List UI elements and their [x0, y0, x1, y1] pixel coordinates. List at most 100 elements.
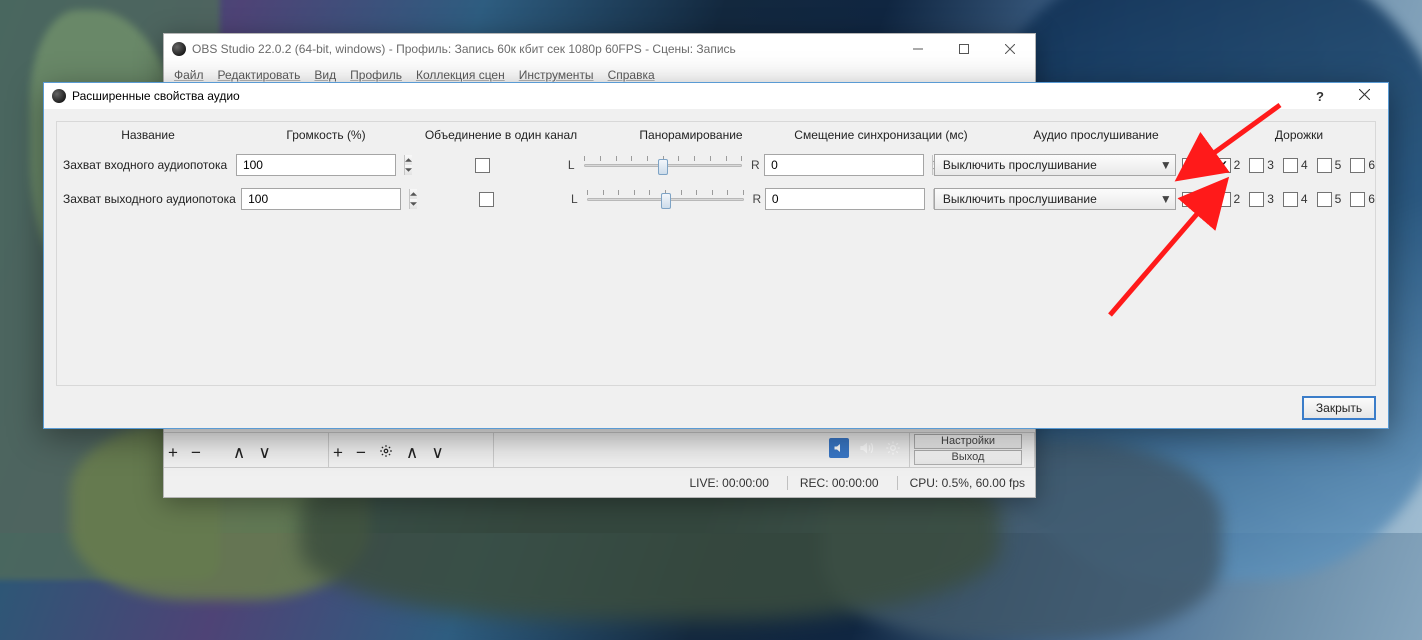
tracks-group: 1 2 3 4 5 6: [1182, 158, 1375, 173]
obs-bottom-panels: + − ∧ ∨ + − ∧ ∨: [164, 432, 1035, 497]
maximize-button[interactable]: [941, 34, 987, 64]
close-button[interactable]: [987, 34, 1033, 64]
pan-slider[interactable]: [585, 188, 746, 210]
monitor-value: Выключить прослушивание: [935, 158, 1157, 172]
dialog-titlebar: Расширенные свойства аудио ?: [44, 83, 1388, 109]
mixer-mute-icon[interactable]: [829, 438, 849, 458]
advanced-audio-dialog: Расширенные свойства аудио ? Название Гр…: [43, 82, 1389, 429]
track-label: 6: [1368, 158, 1375, 172]
status-cpu: CPU: 0.5%, 60.00 fps: [897, 476, 1025, 490]
menu-profile[interactable]: Профиль: [350, 68, 402, 82]
track-6-checkbox[interactable]: [1350, 192, 1365, 207]
track-4-checkbox[interactable]: [1283, 158, 1298, 173]
track-5-checkbox[interactable]: [1317, 158, 1332, 173]
header-pan: Панорамирование: [589, 128, 793, 142]
volume-spinbox[interactable]: [241, 188, 401, 210]
scene-add-icon[interactable]: +: [168, 443, 178, 463]
obs-titlebar: OBS Studio 22.0.2 (64-bit, windows) - Пр…: [164, 34, 1035, 64]
mixer-panel: [494, 433, 910, 467]
track-label: 4: [1301, 158, 1308, 172]
status-live: LIVE: 00:00:00: [677, 476, 768, 490]
track-2-checkbox[interactable]: [1216, 192, 1231, 207]
status-rec: REC: 00:00:00: [787, 476, 879, 490]
source-settings-icon[interactable]: [379, 443, 393, 463]
scenes-panel-toolbar: + − ∧ ∨: [164, 433, 329, 467]
tracks-group: 1 2 3 4 5 6: [1182, 192, 1375, 207]
track-label: 3: [1267, 158, 1274, 172]
source-remove-icon[interactable]: −: [356, 443, 366, 463]
menu-edit[interactable]: Редактировать: [218, 68, 301, 82]
settings-button[interactable]: Настройки: [914, 434, 1022, 449]
dialog-help-button[interactable]: ?: [1298, 89, 1342, 104]
chevron-down-icon: ▼: [1157, 192, 1175, 206]
header-sync: Смещение синхронизации (мс): [793, 128, 969, 142]
dialog-close-icon[interactable]: [1342, 89, 1386, 103]
source-add-icon[interactable]: +: [333, 443, 343, 463]
pan-label-l: L: [566, 158, 576, 172]
track-label: 1: [1200, 192, 1207, 206]
track-4-checkbox[interactable]: [1283, 192, 1298, 207]
minimize-button[interactable]: [895, 34, 941, 64]
table-header: Название Громкость (%) Объединение в оди…: [57, 122, 1375, 148]
dialog-title: Расширенные свойства аудио: [72, 89, 1298, 103]
source-down-icon[interactable]: ∨: [431, 443, 443, 463]
pan-label-r: R: [750, 158, 760, 172]
source-name: Захват входного аудиопотока: [57, 158, 233, 172]
track-1-checkbox[interactable]: [1182, 192, 1197, 207]
track-label: 2: [1234, 158, 1241, 172]
obs-logo-icon: [172, 42, 186, 56]
dialog-body: Название Громкость (%) Объединение в оди…: [56, 121, 1376, 386]
mixer-gear-icon[interactable]: [885, 440, 901, 456]
track-2-checkbox[interactable]: [1216, 158, 1231, 173]
menu-view[interactable]: Вид: [314, 68, 336, 82]
menu-tools[interactable]: Инструменты: [519, 68, 594, 82]
track-label: 1: [1200, 158, 1207, 172]
pan-slider[interactable]: [582, 154, 744, 176]
table-row: Захват входного аудиопотока L: [57, 148, 1375, 182]
volume-spinbox[interactable]: [236, 154, 396, 176]
obs-window-title: OBS Studio 22.0.2 (64-bit, windows) - Пр…: [192, 42, 895, 56]
monitor-dropdown[interactable]: Выключить прослушивание ▼: [934, 188, 1176, 210]
mono-checkbox[interactable]: [475, 158, 490, 173]
volume-input[interactable]: [242, 189, 409, 209]
track-label: 6: [1368, 192, 1375, 206]
header-monitor: Аудио прослушивание: [969, 128, 1223, 142]
header-name: Название: [57, 128, 239, 142]
track-3-checkbox[interactable]: [1249, 192, 1264, 207]
sync-spinbox[interactable]: [764, 154, 924, 176]
track-label: 5: [1335, 158, 1342, 172]
monitor-dropdown[interactable]: Выключить прослушивание ▼: [934, 154, 1176, 176]
sources-panel-toolbar: + − ∧ ∨: [329, 433, 494, 467]
sync-input[interactable]: [765, 155, 932, 175]
table-row: Захват выходного аудиопотока L: [57, 182, 1375, 216]
controls-panel: Настройки Выход: [910, 433, 1035, 467]
sync-spinbox[interactable]: [765, 188, 925, 210]
header-volume: Громкость (%): [239, 128, 413, 142]
dialog-icon: [52, 89, 66, 103]
scene-remove-icon[interactable]: −: [191, 443, 201, 463]
menu-scene-collection[interactable]: Коллекция сцен: [416, 68, 505, 82]
dialog-close-button[interactable]: Закрыть: [1302, 396, 1376, 420]
mono-checkbox[interactable]: [479, 192, 494, 207]
header-mono: Объединение в один канал: [413, 128, 589, 142]
pan-label-r: R: [752, 192, 762, 206]
pan-label-l: L: [569, 192, 579, 206]
speaker-icon[interactable]: [859, 440, 875, 456]
track-label: 5: [1335, 192, 1342, 206]
scene-up-icon[interactable]: ∧: [233, 443, 245, 463]
monitor-value: Выключить прослушивание: [935, 192, 1157, 206]
sync-input[interactable]: [766, 189, 933, 209]
track-5-checkbox[interactable]: [1317, 192, 1332, 207]
source-up-icon[interactable]: ∧: [406, 443, 418, 463]
scene-down-icon[interactable]: ∨: [258, 443, 270, 463]
track-3-checkbox[interactable]: [1249, 158, 1264, 173]
track-label: 4: [1301, 192, 1308, 206]
track-6-checkbox[interactable]: [1350, 158, 1365, 173]
track-1-checkbox[interactable]: [1182, 158, 1197, 173]
exit-button[interactable]: Выход: [914, 450, 1022, 465]
volume-input[interactable]: [237, 155, 404, 175]
header-tracks: Дорожки: [1223, 128, 1375, 142]
track-label: 3: [1267, 192, 1274, 206]
menu-file[interactable]: Файл: [174, 68, 204, 82]
menu-help[interactable]: Справка: [608, 68, 655, 82]
